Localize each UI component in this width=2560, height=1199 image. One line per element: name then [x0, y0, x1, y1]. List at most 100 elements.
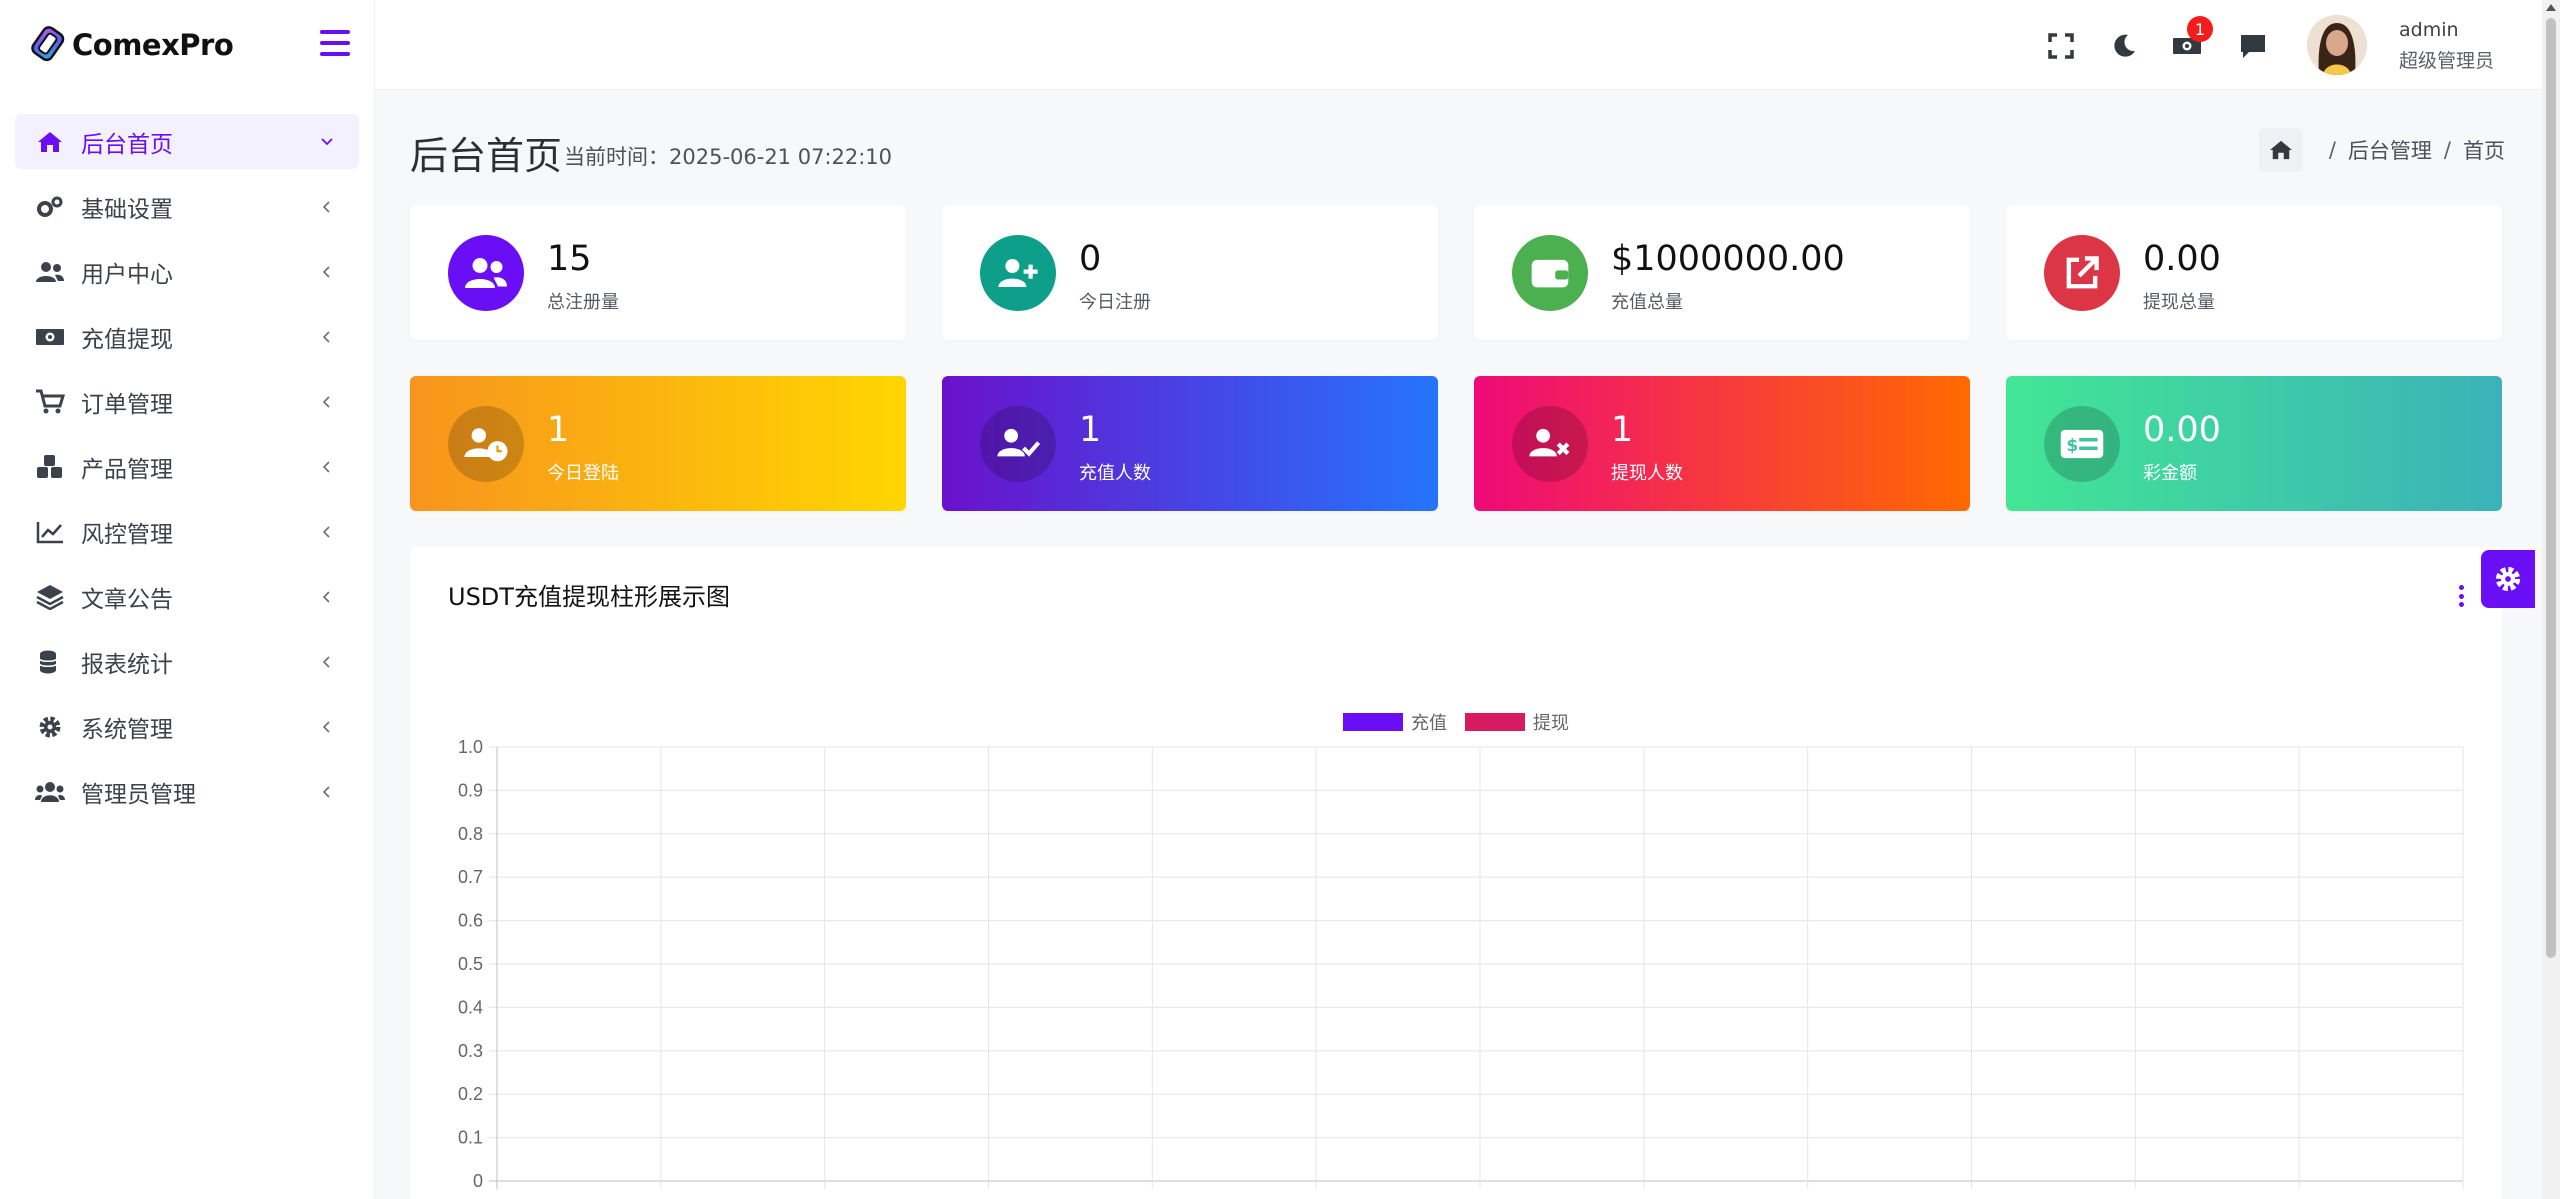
chevron-left-icon — [322, 330, 330, 343]
avatar[interactable] — [2307, 15, 2367, 75]
chevron-left-icon — [322, 590, 330, 603]
admins-icon — [35, 779, 65, 805]
chevron-down-icon — [321, 137, 333, 145]
stat-value: 1 — [547, 410, 570, 450]
dark-mode-toggle[interactable] — [2108, 30, 2140, 62]
cogs-icon — [35, 194, 65, 220]
sidebar-item-label: 系统管理 — [81, 716, 173, 743]
stat-label: 提现总量 — [2143, 292, 2215, 313]
svg-text:$: $ — [2066, 436, 2078, 456]
bar-chart: 1.0 0.9 0.8 0.7 0.6 0.5 0.4 0.3 0.2 0.1 0 — [458, 737, 2464, 1191]
stat-card-deposit-users: 1 充值人数 — [942, 376, 1438, 511]
sidebar-item-user-center[interactable]: 用户中心 — [15, 244, 359, 299]
stat-card-total-deposits: $1000000.00 充值总量 — [1474, 205, 1970, 340]
y-tick-label: 0.2 — [458, 1084, 483, 1104]
brand[interactable]: ComexPro — [0, 0, 374, 90]
sidebar-item-reports[interactable]: 报表统计 — [15, 634, 359, 689]
y-tick-label: 0.6 — [458, 911, 483, 931]
sidebar: ComexPro 后台首页 基础设置 用户中心 充值提现 订单管理 产品管理 风… — [0, 0, 375, 1199]
layers-icon — [35, 584, 65, 610]
y-tick-label: 0.4 — [458, 997, 483, 1017]
scrollbar-thumb[interactable] — [2546, 18, 2556, 958]
chevron-left-icon — [322, 265, 330, 278]
money-check-icon: $ — [2044, 406, 2120, 482]
stat-label: 彩金额 — [2143, 463, 2197, 484]
messages-button[interactable] — [2237, 30, 2269, 62]
stat-card-withdraw-users: 1 提现人数 — [1474, 376, 1970, 511]
breadcrumb: / 后台管理 / 首页 — [2258, 128, 2505, 172]
user-name[interactable]: admin — [2399, 19, 2459, 41]
sidebar-menu: 后台首页 基础设置 用户中心 充值提现 订单管理 产品管理 风控管理 文章公告 … — [0, 90, 374, 819]
sidebar-item-label: 报表统计 — [81, 651, 173, 678]
sidebar-item-risk-control[interactable]: 风控管理 — [15, 504, 359, 559]
stat-card-today-logins: 1 今日登陆 — [410, 376, 906, 511]
stat-card-today-registrations: 0 今日注册 — [942, 205, 1438, 340]
chevron-left-icon — [322, 720, 330, 733]
sidebar-item-products[interactable]: 产品管理 — [15, 439, 359, 494]
hamburger-line — [320, 41, 350, 45]
line-chart-icon — [35, 519, 65, 545]
sidebar-item-deposit-withdraw[interactable]: 充值提现 — [15, 309, 359, 364]
user-role: 超级管理员 — [2399, 50, 2495, 72]
breadcrumb-separator: / — [2328, 138, 2336, 162]
scroll-up-icon[interactable] — [2546, 4, 2556, 11]
sidebar-item-dashboard[interactable]: 后台首页 — [15, 114, 359, 169]
y-tick-label: 0 — [473, 1171, 483, 1191]
gear-icon — [2495, 566, 2521, 592]
breadcrumb-home-button[interactable] — [2258, 128, 2303, 172]
stat-value: $1000000.00 — [1611, 239, 1845, 279]
stat-value: 0.00 — [2143, 410, 2221, 450]
stat-value: 1 — [1611, 410, 1634, 450]
y-tick-label: 0.8 — [458, 824, 483, 844]
stat-card-total-withdrawals: 0.00 提现总量 — [2006, 205, 2502, 340]
breadcrumb-item: 首页 — [2463, 139, 2505, 163]
sidebar-item-label: 文章公告 — [81, 586, 173, 613]
sidebar-item-system[interactable]: 系统管理 — [15, 699, 359, 754]
y-tick-label: 0.7 — [458, 867, 483, 887]
stat-label: 今日注册 — [1079, 292, 1151, 313]
stat-value: 15 — [547, 239, 592, 279]
brand-name: ComexPro — [72, 28, 234, 62]
breadcrumb-separator: / — [2443, 138, 2451, 162]
theme-settings-button[interactable] — [2481, 550, 2535, 608]
sidebar-item-label: 风控管理 — [81, 521, 173, 548]
external-link-icon — [2044, 235, 2120, 311]
stat-label: 总注册量 — [547, 292, 619, 313]
sidebar-item-label: 充值提现 — [81, 326, 173, 353]
y-tick-label: 1.0 — [458, 737, 483, 757]
wallet-icon — [1512, 235, 1588, 311]
stat-label: 今日登陆 — [547, 463, 619, 484]
stat-label: 充值人数 — [1079, 463, 1151, 484]
hamburger-icon — [320, 30, 350, 34]
deposit-notification-button[interactable]: 1 — [2171, 16, 2213, 62]
cubes-icon — [35, 454, 65, 480]
chevron-left-icon — [322, 655, 330, 668]
sidebar-item-label: 管理员管理 — [81, 781, 196, 808]
menu-toggle-button[interactable] — [320, 30, 350, 56]
hamburger-line — [320, 52, 350, 56]
chart-panel: USDT充值提现柱形展示图 充值 提现 1.0 0.9 0.8 0.7 0.6 0.5 0.… — [410, 547, 2502, 1199]
breadcrumb-item[interactable]: 后台管理 — [2348, 135, 2432, 165]
sidebar-item-orders[interactable]: 订单管理 — [15, 374, 359, 429]
user-check-icon — [980, 406, 1056, 482]
y-tick-label: 0.5 — [458, 954, 483, 974]
chevron-left-icon — [322, 460, 330, 473]
stat-label: 充值总量 — [1611, 292, 1683, 313]
current-time: 当前时间：2025-06-21 07:22:10 — [564, 145, 893, 169]
coins-icon — [35, 649, 65, 675]
fullscreen-button[interactable] — [2045, 30, 2077, 62]
stat-value: 0 — [1079, 239, 1102, 279]
sidebar-item-basic-settings[interactable]: 基础设置 — [15, 179, 359, 234]
cart-icon — [35, 389, 65, 415]
stat-card-total-registrations: 15 总注册量 — [410, 205, 906, 340]
users-icon — [448, 235, 524, 311]
page-scrollbar[interactable] — [2542, 0, 2560, 1199]
sidebar-item-label: 用户中心 — [81, 261, 173, 288]
page-title: 后台首页 — [410, 134, 563, 178]
sidebar-item-admins[interactable]: 管理员管理 — [15, 764, 359, 819]
notification-badge: 1 — [2187, 16, 2213, 42]
sidebar-item-articles[interactable]: 文章公告 — [15, 569, 359, 624]
fullscreen-icon — [2048, 33, 2074, 59]
brand-logo-icon — [31, 26, 65, 62]
home-icon — [2269, 140, 2292, 160]
